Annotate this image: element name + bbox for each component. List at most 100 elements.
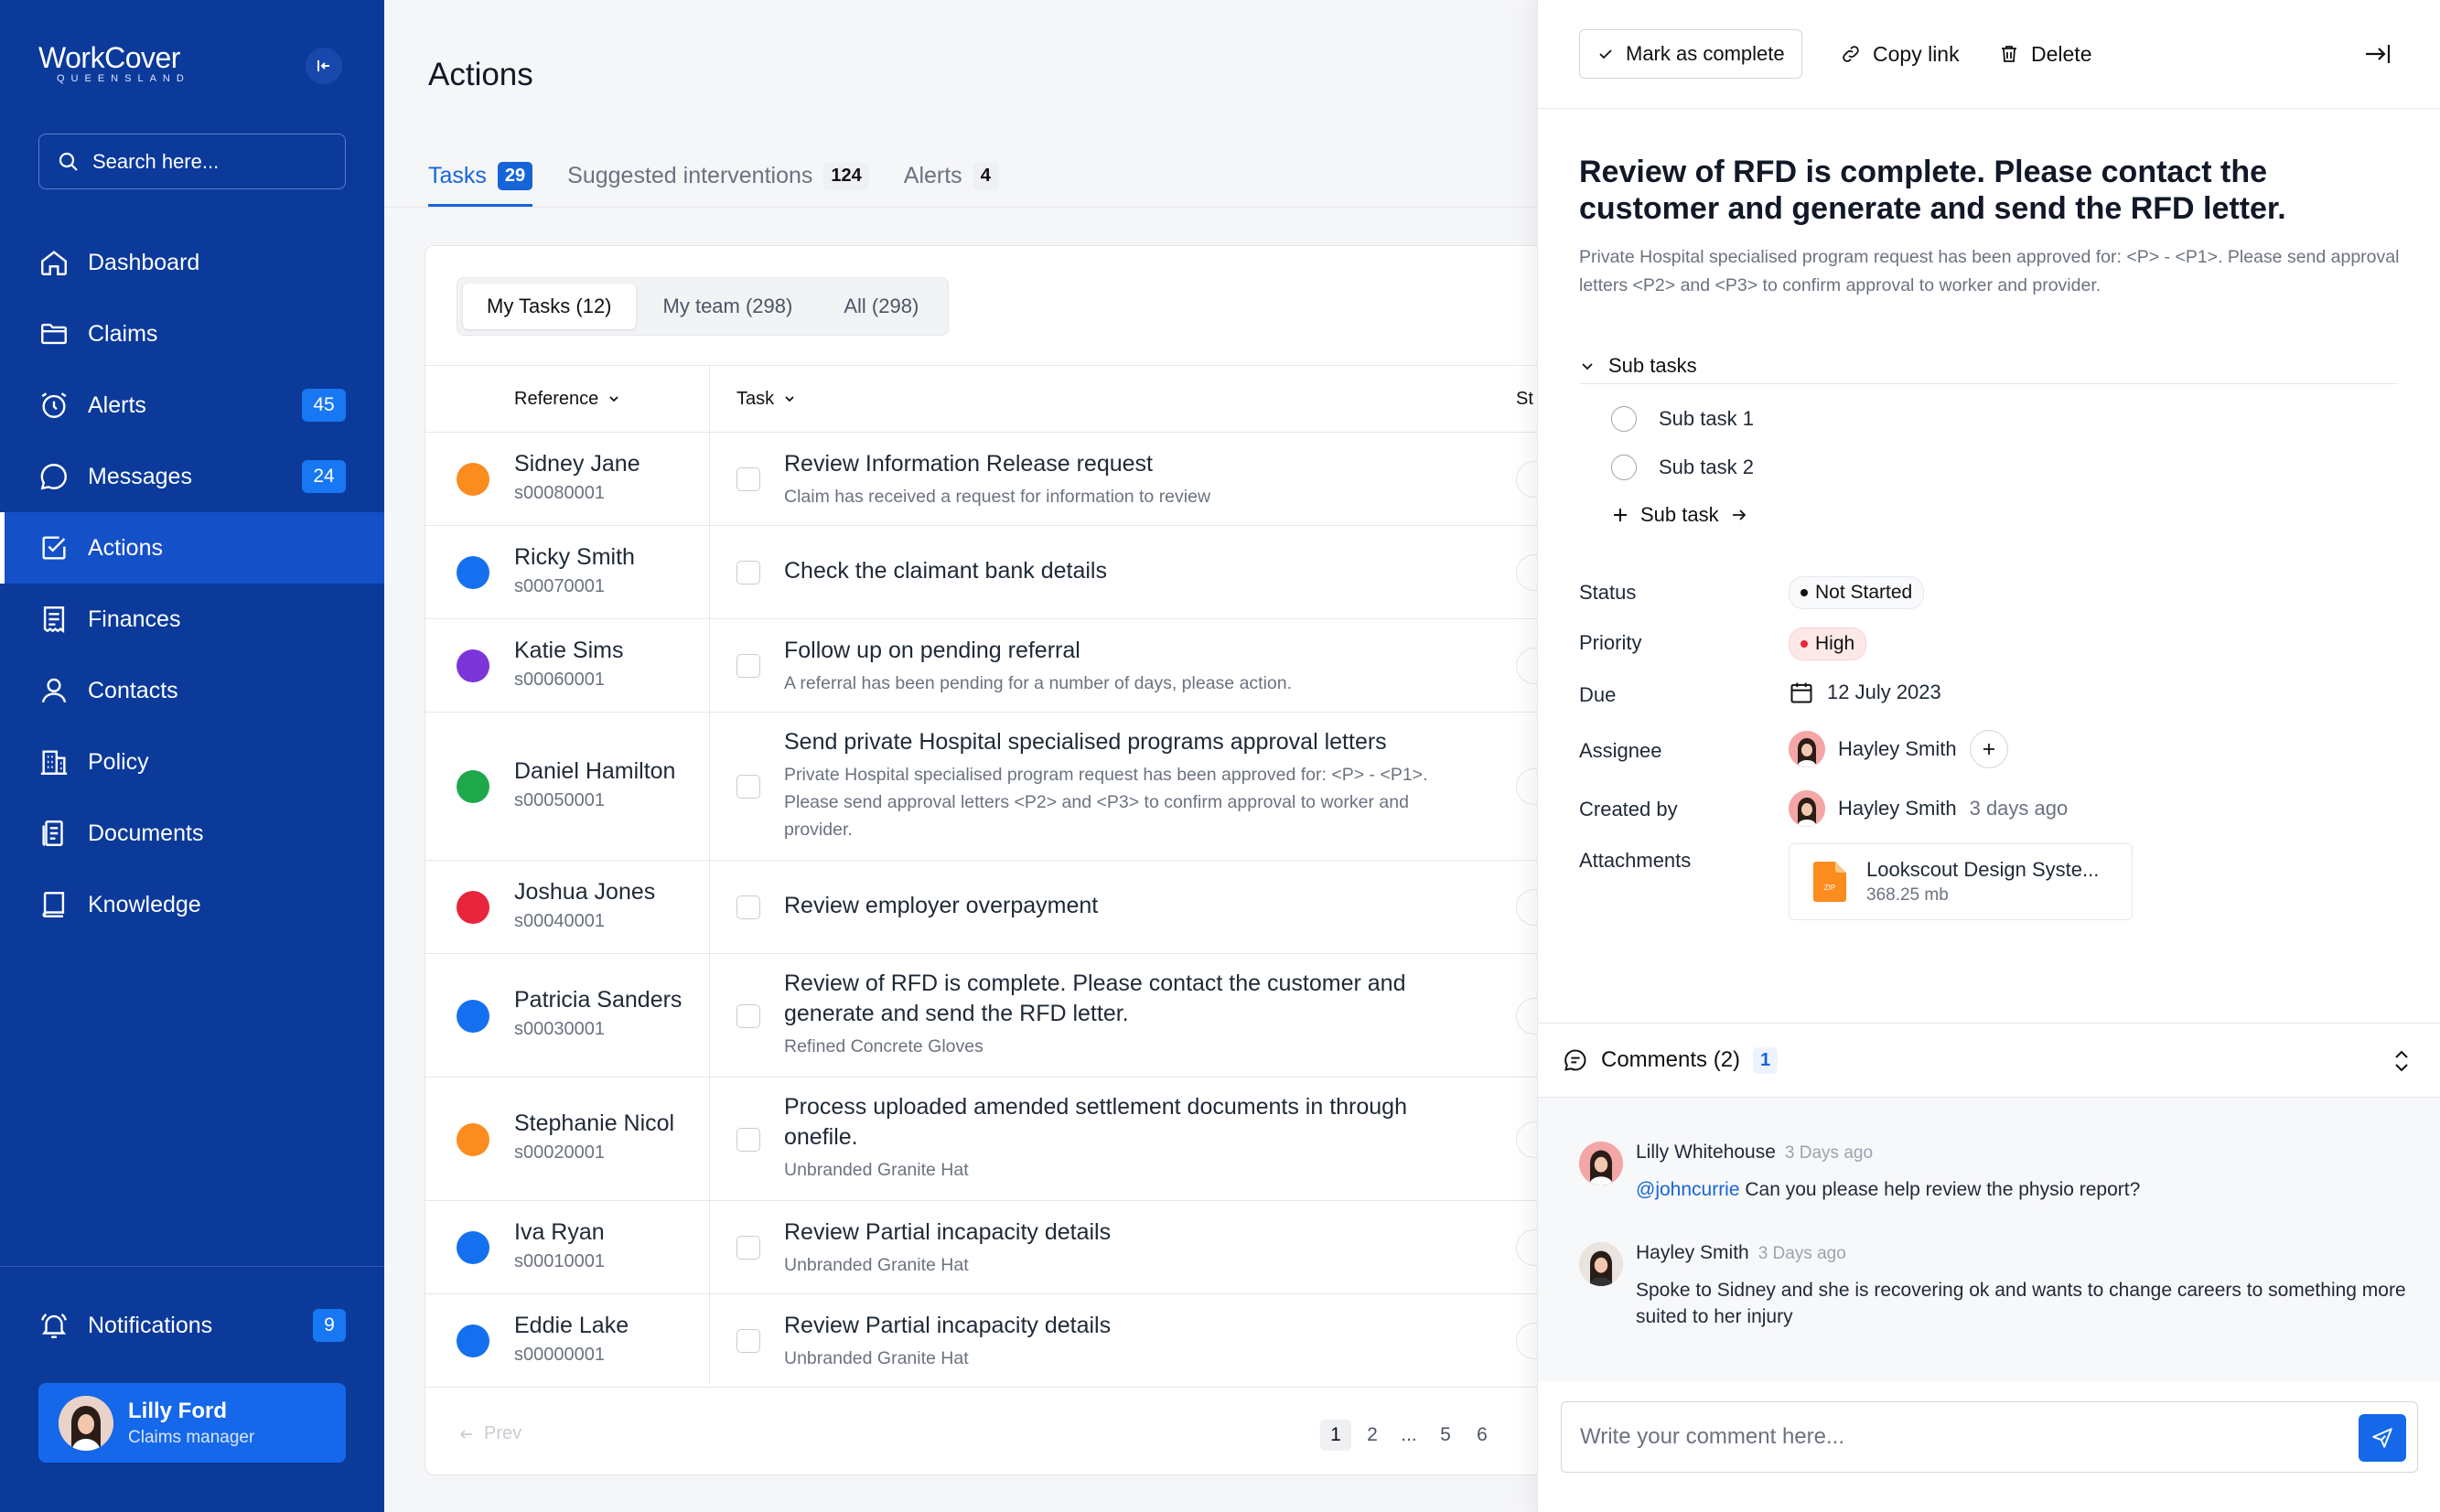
workcover-logo[interactable]: WorkCover QUEENSLAND — [38, 42, 190, 84]
attachment-size: 368.25 mb — [1866, 885, 1949, 905]
task-cell: Review Information Release request Claim… — [784, 449, 1479, 510]
comments-header[interactable]: Comments (2) 1 — [1538, 1023, 2440, 1098]
collapse-sidebar-button[interactable] — [306, 48, 342, 84]
task-checkbox[interactable] — [736, 895, 760, 919]
tab-tasks[interactable]: Tasks 29 — [428, 146, 533, 207]
table-row[interactable]: Iva Ryan s00010001 Review Partial incapa… — [425, 1201, 1576, 1294]
add-assignee-button[interactable] — [1969, 730, 2008, 768]
table-row[interactable]: Stephanie Nicol s00020001 Process upload… — [425, 1078, 1576, 1201]
sidebar-item-notifications[interactable]: Notifications 9 — [0, 1290, 384, 1361]
sidebar-divider — [0, 1266, 384, 1267]
segment-all[interactable]: All (298) — [820, 284, 942, 329]
segment-my-tasks[interactable]: My Tasks (12) — [463, 284, 636, 329]
subtask-radio[interactable] — [1611, 406, 1637, 432]
claimant-name: Iva Ryan — [514, 1219, 605, 1245]
task-checkbox[interactable] — [736, 561, 760, 584]
claimant-status-dot — [457, 649, 489, 682]
subtask-item[interactable]: Sub task 2 — [1611, 455, 1754, 480]
assignee-value[interactable]: Hayley Smith — [1789, 730, 2008, 768]
panel-toolbar: Mark as complete Copy link Delete — [1538, 0, 2440, 109]
claimant-name: Patricia Sanders — [514, 987, 683, 1013]
task-checkbox[interactable] — [736, 1329, 760, 1353]
comment-author: Hayley Smith — [1636, 1242, 1749, 1263]
status-text: Not Started — [1815, 582, 1913, 603]
user-profile-card[interactable]: Lilly Ford Claims manager — [38, 1383, 346, 1463]
sidebar-nav: Dashboard Claims Alerts 45 Messages 24 A… — [0, 227, 384, 940]
task-checkbox[interactable] — [736, 1236, 760, 1260]
attachment-file[interactable]: ZIP Lookscout Design Syste... 368.25 mb — [1789, 843, 2133, 920]
page-6-button[interactable]: 6 — [1467, 1420, 1498, 1451]
table-row[interactable]: Katie Sims s00060001 Follow up on pendin… — [425, 619, 1576, 713]
sidebar-item-documents[interactable]: Documents — [0, 798, 384, 869]
add-subtask-button[interactable]: Sub task — [1611, 503, 1748, 527]
exit-panel-icon — [2366, 45, 2391, 63]
page-2-button[interactable]: 2 — [1357, 1420, 1388, 1451]
due-value[interactable]: 12 July 2023 — [1789, 680, 1941, 705]
sidebar-item-knowledge[interactable]: Knowledge — [0, 869, 384, 940]
sidebar-item-policy[interactable]: Policy — [0, 726, 384, 798]
priority-text: High — [1815, 633, 1855, 654]
status-value[interactable]: Not Started — [1789, 576, 1925, 609]
send-comment-button[interactable] — [2359, 1414, 2406, 1462]
task-checkbox[interactable] — [736, 1128, 760, 1152]
reference-cell: Joshua Jones s00040001 — [514, 879, 655, 932]
commenter-avatar-icon — [1579, 1142, 1623, 1185]
subtasks-toggle[interactable]: Sub tasks — [1579, 348, 2398, 384]
building-icon — [40, 750, 68, 775]
task-checkbox[interactable] — [736, 775, 760, 799]
tab-alerts[interactable]: Alerts 4 — [904, 146, 998, 205]
chevron-up-down-icon[interactable] — [2390, 1047, 2413, 1075]
column-header-task[interactable]: Task — [736, 389, 796, 410]
tab-label: Tasks — [428, 162, 487, 188]
comment-input[interactable] — [1580, 1424, 2330, 1450]
due-label: Due — [1579, 683, 1617, 706]
claim-id: s00010001 — [514, 1251, 605, 1271]
table-row[interactable]: Patricia Sanders s00030001 Review of RFD… — [425, 954, 1576, 1078]
segment-my-team[interactable]: My team (298) — [640, 284, 817, 329]
status-pill[interactable]: Not Started — [1789, 576, 1925, 609]
page-1-button[interactable]: 1 — [1320, 1420, 1351, 1451]
table-row[interactable]: Eddie Lake s00000001 Review Partial inca… — [425, 1294, 1576, 1388]
claimant-name: Eddie Lake — [514, 1313, 629, 1338]
tab-suggested-interventions[interactable]: Suggested interventions 124 — [567, 146, 869, 205]
comment-mention[interactable]: @johncurrie — [1636, 1179, 1740, 1200]
priority-value[interactable]: High — [1789, 627, 1867, 660]
sidebar-search[interactable] — [38, 134, 346, 189]
task-checkbox[interactable] — [736, 654, 760, 678]
copy-link-button[interactable]: Copy link — [1840, 29, 1960, 79]
claimant-name: Katie Sims — [514, 638, 624, 663]
sidebar-item-messages[interactable]: Messages 24 — [0, 441, 384, 512]
page-5-button[interactable]: 5 — [1430, 1420, 1461, 1451]
notifications-label: Notifications — [88, 1312, 213, 1338]
table-row[interactable]: Joshua Jones s00040001 Review employer o… — [425, 861, 1576, 954]
delete-button[interactable]: Delete — [1998, 29, 2091, 79]
sidebar-item-actions[interactable]: Actions — [0, 512, 384, 584]
task-checkbox[interactable] — [736, 467, 760, 491]
table-row[interactable]: Sidney Jane s00080001 Review Information… — [425, 433, 1576, 526]
task-cell: Check the claimant bank details — [784, 556, 1479, 586]
sidebar-item-contacts[interactable]: Contacts — [0, 655, 384, 726]
check-icon — [1599, 49, 1612, 59]
mark-as-complete-button[interactable]: Mark as complete — [1579, 29, 1802, 79]
subtask-item[interactable]: Sub task 1 — [1611, 406, 1754, 432]
sidebar-item-finances[interactable]: Finances — [0, 584, 384, 655]
search-input[interactable] — [92, 149, 330, 174]
task-scope-segmented-control: My Tasks (12) My team (298) All (298) — [457, 277, 950, 336]
priority-pill[interactable]: High — [1789, 627, 1867, 660]
subtask-label: Sub task 1 — [1659, 407, 1754, 430]
sidebar-item-alerts[interactable]: Alerts 45 — [0, 370, 384, 441]
column-header-reference[interactable]: Reference — [514, 389, 620, 410]
table-row[interactable]: Daniel Hamilton s00050001 Send private H… — [425, 713, 1576, 861]
column-header-status[interactable]: St — [1516, 389, 1533, 410]
sidebar-item-dashboard[interactable]: Dashboard — [0, 227, 384, 298]
task-subtitle: Refined Concrete Gloves — [784, 1036, 984, 1056]
prev-page-button[interactable]: Prev — [458, 1423, 521, 1444]
comment-composer[interactable] — [1561, 1401, 2418, 1473]
subtask-radio[interactable] — [1611, 455, 1637, 480]
task-checkbox[interactable] — [736, 1004, 760, 1028]
sidebar-item-claims[interactable]: Claims — [0, 298, 384, 370]
close-panel-button[interactable] — [2362, 38, 2393, 70]
logo-sub-text: QUEENSLAND — [57, 73, 190, 84]
table-row[interactable]: Ricky Smith s00070001 Check the claimant… — [425, 526, 1576, 619]
claim-id: s00000001 — [514, 1345, 605, 1365]
